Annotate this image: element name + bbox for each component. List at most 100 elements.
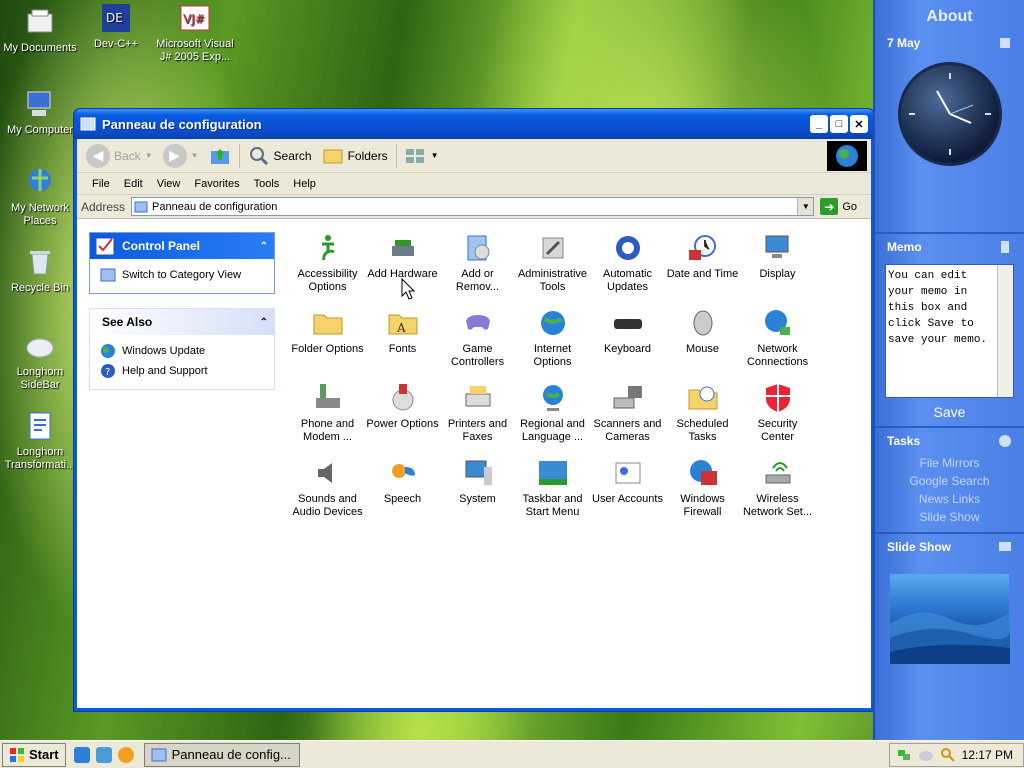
cp-item-label: Taskbar and Start Menu xyxy=(522,493,583,518)
menu-view[interactable]: View xyxy=(150,178,188,190)
tasks-icon[interactable] xyxy=(998,434,1012,448)
cp-item-scanners-and-cameras[interactable]: Scanners and Cameras xyxy=(590,378,665,453)
forward-button[interactable]: ▶ ▼ xyxy=(158,142,204,170)
minimize-button[interactable]: _ xyxy=(810,115,828,133)
menu-file[interactable]: File xyxy=(85,178,117,190)
views-button[interactable]: ▼ xyxy=(400,142,444,170)
cp-item-windows-firewall[interactable]: Windows Firewall xyxy=(665,453,740,528)
address-input[interactable]: Panneau de configuration ▼ xyxy=(131,197,815,216)
menu-tools[interactable]: Tools xyxy=(247,178,287,190)
cp-item-folder-options[interactable]: Folder Options xyxy=(290,303,365,378)
network-tray-icon[interactable] xyxy=(896,747,912,763)
cp-item-administrative-tools[interactable]: Administrative Tools xyxy=(515,228,590,303)
cp-item-taskbar-and-start-menu[interactable]: Taskbar and Start Menu xyxy=(515,453,590,528)
go-button[interactable]: ➔ Go xyxy=(820,198,867,215)
address-dropdown-icon[interactable]: ▼ xyxy=(797,198,814,215)
close-button[interactable]: ✕ xyxy=(850,115,868,133)
sidebar-app-icon xyxy=(26,338,54,358)
cp-item-printers-and-faxes[interactable]: Printers and Faxes xyxy=(440,378,515,453)
slideshow-icon[interactable] xyxy=(998,540,1012,554)
folders-button[interactable]: Folders xyxy=(317,142,393,170)
cp-item-display[interactable]: Display xyxy=(740,228,815,303)
desktop-icon-recycle-bin[interactable]: Recycle Bin xyxy=(0,246,80,295)
task-file-mirrors[interactable]: File Mirrors xyxy=(875,454,1024,472)
cp-item-label: Scheduled Tasks xyxy=(676,418,729,443)
cp-item-system[interactable]: System xyxy=(440,453,515,528)
menu-favorites[interactable]: Favorites xyxy=(187,178,246,190)
cp-item-network-connections[interactable]: Network Connections xyxy=(740,303,815,378)
help-support-link[interactable]: ? Help and Support xyxy=(100,361,264,381)
clock-icon xyxy=(688,235,716,260)
cp-item-label: Folder Options xyxy=(291,343,364,355)
desktop-icon-my-documents[interactable]: My Documents xyxy=(0,6,80,55)
cp-item-wireless-network-set[interactable]: Wireless Network Set... xyxy=(740,453,815,528)
menu-edit[interactable]: Edit xyxy=(117,178,150,190)
see-also-header[interactable]: See Also ⌃ xyxy=(90,309,274,335)
collapse-chevron-icon[interactable]: ⌃ xyxy=(260,241,268,252)
cp-item-security-center[interactable]: Security Center xyxy=(740,378,815,453)
mountains-image xyxy=(890,612,1010,664)
cp-item-scheduled-tasks[interactable]: Scheduled Tasks xyxy=(665,378,740,453)
cp-item-automatic-updates[interactable]: Automatic Updates xyxy=(590,228,665,303)
control-panel-section-header[interactable]: Control Panel ⌃ xyxy=(90,233,274,259)
settings-icon[interactable] xyxy=(998,36,1012,50)
maximize-button[interactable]: □ xyxy=(830,115,848,133)
up-folder-button[interactable] xyxy=(204,142,236,170)
menu-help[interactable]: Help xyxy=(286,178,323,190)
memo-save-button[interactable]: Save xyxy=(875,404,1024,420)
shield-icon xyxy=(765,384,790,412)
windows-globe-icon xyxy=(836,144,858,167)
cp-item-game-controllers[interactable]: Game Controllers xyxy=(440,303,515,378)
cp-item-label: Speech xyxy=(383,493,422,505)
cp-item-regional-and-language[interactable]: Regional and Language ... xyxy=(515,378,590,453)
memo-icon[interactable] xyxy=(998,240,1012,254)
desktop-icon-my-computer[interactable]: My Computer xyxy=(0,88,80,137)
clock-time[interactable]: 12:17 PM xyxy=(962,748,1013,762)
help-icon: ? xyxy=(101,364,115,378)
memo-text[interactable]: You can edit your memo in this box and c… xyxy=(886,265,997,397)
desktop-icon-visual-jsharp[interactable]: VJ# Microsoft Visual J# 2005 Exp... xyxy=(154,2,236,64)
cp-item-keyboard[interactable]: Keyboard xyxy=(590,303,665,378)
cp-item-internet-options[interactable]: Internet Options xyxy=(515,303,590,378)
window-titlebar[interactable]: Panneau de configuration _ □ ✕ xyxy=(74,109,874,139)
cp-item-fonts[interactable]: A Fonts xyxy=(365,303,440,378)
cp-item-user-accounts[interactable]: User Accounts xyxy=(590,453,665,528)
cp-item-add-or-remov[interactable]: Add or Remov... xyxy=(440,228,515,303)
sidebar-tray-icon[interactable] xyxy=(918,747,934,763)
cp-item-sounds-and-audio-devices[interactable]: Sounds and Audio Devices xyxy=(290,453,365,528)
outlook-express-icon[interactable] xyxy=(95,746,112,763)
devcpp-icon: DE xyxy=(102,4,130,32)
windows-update-link[interactable]: Windows Update xyxy=(100,341,264,361)
slideshow-image[interactable] xyxy=(890,574,1010,664)
memo-textbox[interactable]: You can edit your memo in this box and c… xyxy=(885,264,1014,398)
start-button[interactable]: Start xyxy=(2,742,66,767)
cp-item-accessibility-options[interactable]: Accessibility Options xyxy=(290,228,365,303)
cp-item-date-and-time[interactable]: Date and Time xyxy=(665,228,740,303)
cp-item-power-options[interactable]: Power Options xyxy=(365,378,440,453)
desktop-icon-devcpp[interactable]: DE Dev-C++ xyxy=(76,2,156,51)
cp-item-mouse[interactable]: Mouse xyxy=(665,303,740,378)
cp-item-label: Scanners and Cameras xyxy=(593,418,662,443)
search-tray-icon[interactable] xyxy=(940,747,956,763)
cp-item-phone-and-modem[interactable]: Phone and Modem ... xyxy=(290,378,365,453)
search-button[interactable]: Search xyxy=(243,142,317,170)
sidebar-title[interactable]: About xyxy=(875,0,1024,26)
desktop-icon-longhorn-sidebar[interactable]: Longhorn SideBar xyxy=(0,330,80,392)
windows-logo xyxy=(827,140,867,171)
back-button[interactable]: ◀ Back ▼ xyxy=(81,142,158,170)
cp-item-label: Regional and Language ... xyxy=(520,418,585,443)
cp-item-speech[interactable]: Speech xyxy=(365,453,440,528)
memo-scrollbar[interactable] xyxy=(997,265,1013,397)
taskbar: Start Panneau de config... 12:17 PM xyxy=(0,740,1024,768)
task-news-links[interactable]: News Links xyxy=(875,490,1024,508)
media-player-icon[interactable] xyxy=(117,746,134,763)
internet-explorer-icon[interactable] xyxy=(73,746,90,763)
desktop-icon-my-network-places[interactable]: My Network Places xyxy=(0,166,80,228)
globe-icon xyxy=(540,311,565,335)
switch-category-view-link[interactable]: Switch to Category View xyxy=(100,265,264,285)
taskbar-item-control-panel[interactable]: Panneau de config... xyxy=(143,742,300,767)
task-google-search[interactable]: Google Search xyxy=(875,472,1024,490)
desktop-icon-longhorn-transformation[interactable]: Longhorn Transformati... xyxy=(0,410,80,472)
collapse-chevron-icon[interactable]: ⌃ xyxy=(260,317,268,328)
task-slide-show[interactable]: Slide Show xyxy=(875,508,1024,526)
